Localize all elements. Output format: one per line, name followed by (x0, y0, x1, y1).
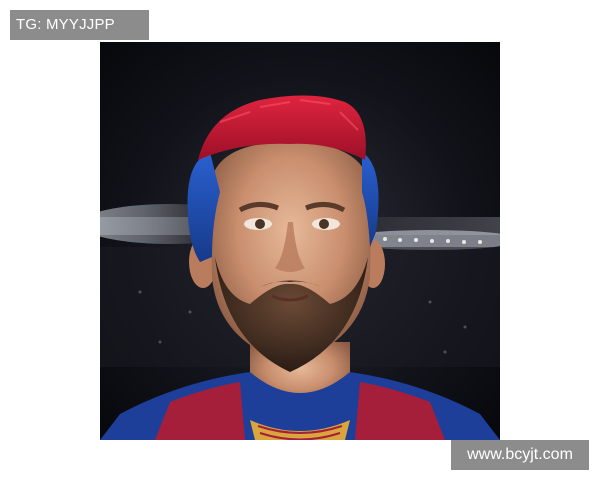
portrait-photo (100, 42, 500, 440)
watermark-top-left: TG: MYYJJPP (10, 10, 149, 40)
watermark-bottom-right: www.bcyjt.com (451, 440, 589, 470)
portrait-illustration (100, 42, 500, 440)
